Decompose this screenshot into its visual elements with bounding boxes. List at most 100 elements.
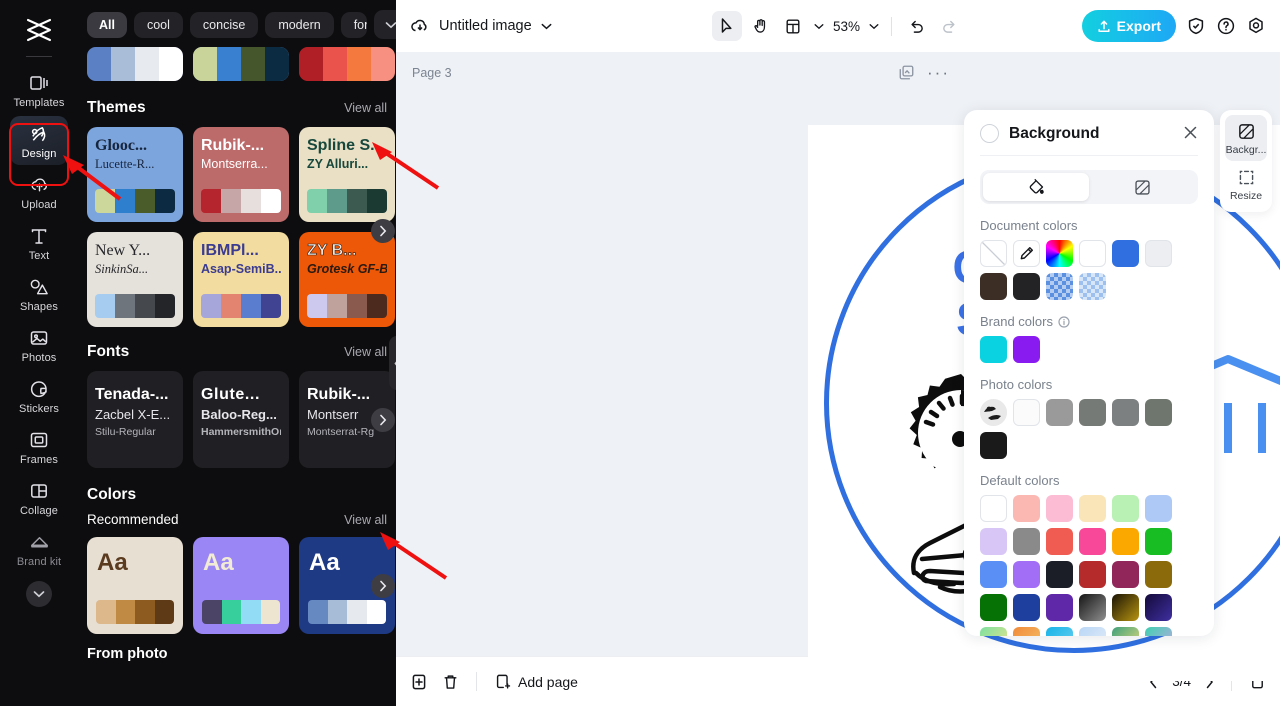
swatch-photo[interactable] <box>1046 399 1073 426</box>
swatch-default[interactable] <box>1145 495 1172 522</box>
swatch-default[interactable] <box>1013 594 1040 621</box>
sidebar-item-frames[interactable]: Frames <box>10 422 68 471</box>
swatch-default[interactable] <box>1145 627 1172 636</box>
canvas-area[interactable]: Page 3 ··· Car Garage Shop Logo <box>396 52 1280 681</box>
swatch-default[interactable] <box>1046 594 1073 621</box>
sidebar-item-design[interactable]: Design <box>10 116 68 165</box>
close-icon[interactable] <box>1183 125 1198 143</box>
zoom-level[interactable]: 53% <box>830 19 863 34</box>
swatch-rainbow[interactable] <box>1046 240 1073 267</box>
swatch-color[interactable] <box>1112 240 1139 267</box>
swatch-eyedropper[interactable] <box>1013 240 1040 267</box>
swatch-default[interactable] <box>1079 495 1106 522</box>
transparency-tab[interactable] <box>1089 173 1195 201</box>
fill-tab[interactable] <box>983 173 1089 201</box>
help-circle-icon[interactable] <box>1216 16 1236 36</box>
swatch-default[interactable] <box>1013 495 1040 522</box>
capcut-logo-icon[interactable] <box>16 10 62 50</box>
theme-card[interactable]: IBMPl... Asap-SemiB... <box>193 232 289 327</box>
duplicate-icon[interactable] <box>410 673 428 691</box>
document-title[interactable]: Untitled image <box>439 18 532 34</box>
undo-button[interactable] <box>901 11 931 41</box>
swatch-default[interactable] <box>980 561 1007 588</box>
swatch-brand[interactable] <box>1013 336 1040 363</box>
swatch-default[interactable] <box>1046 528 1073 555</box>
cutoff-card-3[interactable] <box>299 47 395 81</box>
fonts-view-all-link[interactable]: View all <box>344 345 387 359</box>
swatch-color[interactable] <box>980 273 1007 300</box>
sidebar-expand-chevron-down-icon[interactable] <box>26 581 52 607</box>
sidebar-item-shapes[interactable]: Shapes <box>10 269 68 318</box>
swatch-photo-thumb[interactable] <box>980 399 1007 426</box>
zoom-caret-chevron-down-icon[interactable] <box>866 11 882 41</box>
cloud-save-icon[interactable] <box>410 17 430 35</box>
swatch-default[interactable] <box>1079 528 1106 555</box>
swatch-default[interactable] <box>980 495 1007 522</box>
side-tool-resize[interactable]: Resize <box>1225 161 1267 207</box>
sidebar-item-brand-kit[interactable]: Brand kit <box>10 524 68 573</box>
info-icon[interactable] <box>1058 315 1070 328</box>
swatch-default[interactable] <box>1112 495 1139 522</box>
chip-all[interactable]: All <box>87 11 127 38</box>
swatch-default[interactable] <box>1013 627 1040 636</box>
add-page-button[interactable]: Add page <box>494 673 578 691</box>
swatch-default[interactable] <box>1013 561 1040 588</box>
swatch-default[interactable] <box>1145 561 1172 588</box>
font-card[interactable]: Tenada-... Zacbel X-E... Stilu-Regular <box>87 371 183 468</box>
swatch-color[interactable] <box>1013 273 1040 300</box>
layout-tool-button[interactable] <box>778 11 808 41</box>
fonts-next-chevron-right-icon[interactable] <box>371 408 395 432</box>
font-card[interactable]: Glute... Baloo-Reg... HammersmithOn... <box>193 371 289 468</box>
chip-modern[interactable]: modern <box>265 11 334 38</box>
settings-gear-icon[interactable] <box>1246 16 1266 36</box>
panel-collapse-chevron-left-icon[interactable] <box>389 336 396 390</box>
swatch-default[interactable] <box>1079 627 1106 636</box>
swatch-default[interactable] <box>1145 528 1172 555</box>
swatch-default[interactable] <box>1079 561 1106 588</box>
themes-next-chevron-right-icon[interactable] <box>371 219 395 243</box>
swatch-brand[interactable] <box>980 336 1007 363</box>
colors-next-chevron-right-icon[interactable] <box>371 574 395 598</box>
cutoff-card-2[interactable] <box>193 47 289 81</box>
swatch-default[interactable] <box>980 627 1007 636</box>
title-chevron-down-icon[interactable] <box>541 23 552 30</box>
side-tool-background[interactable]: Backgr... <box>1225 115 1267 161</box>
trash-icon[interactable] <box>442 673 459 691</box>
swatch-checker[interactable] <box>1079 273 1106 300</box>
swatch-default[interactable] <box>980 594 1007 621</box>
swatch-default[interactable] <box>1046 561 1073 588</box>
chip-concise[interactable]: concise <box>189 11 259 38</box>
sidebar-item-text[interactable]: Text <box>10 218 68 267</box>
swatch-checker[interactable] <box>1046 273 1073 300</box>
more-horizontal-icon[interactable]: ··· <box>927 64 950 81</box>
swatch-photo[interactable] <box>1079 399 1106 426</box>
swatch-photo[interactable] <box>1112 399 1139 426</box>
swatch-photo[interactable] <box>980 432 1007 459</box>
swatch-color[interactable] <box>1145 240 1172 267</box>
theme-card[interactable]: Spline S... ZY Alluri... <box>299 127 395 222</box>
chip-formal[interactable]: formal <box>340 11 367 38</box>
swatch-default[interactable] <box>1112 627 1139 636</box>
select-tool-button[interactable] <box>711 11 742 41</box>
theme-card[interactable]: Rubik-... Montserra... <box>193 127 289 222</box>
swatch-default[interactable] <box>1013 528 1040 555</box>
sidebar-item-upload[interactable]: Upload <box>10 167 68 216</box>
swatch-default[interactable] <box>1145 594 1172 621</box>
redo-button[interactable] <box>934 11 964 41</box>
duplicate-page-icon[interactable] <box>898 64 915 81</box>
shield-check-icon[interactable] <box>1186 16 1206 36</box>
swatch-default[interactable] <box>1046 495 1073 522</box>
swatch-color[interactable] <box>1079 240 1106 267</box>
themes-view-all-link[interactable]: View all <box>344 101 387 115</box>
swatch-default[interactable] <box>1112 561 1139 588</box>
theme-card[interactable]: ZY B... Grotesk GF-B... <box>299 232 395 327</box>
swatch-photo[interactable] <box>1145 399 1172 426</box>
color-card[interactable]: Aa <box>87 537 183 634</box>
swatch-none[interactable] <box>980 240 1007 267</box>
chip-more-chevron-down-icon[interactable] <box>373 10 396 39</box>
sidebar-item-collage[interactable]: Collage <box>10 473 68 522</box>
cutoff-card-1[interactable] <box>87 47 183 81</box>
export-button[interactable]: Export <box>1081 10 1176 42</box>
swatch-photo[interactable] <box>1013 399 1040 426</box>
swatch-default[interactable] <box>1112 528 1139 555</box>
